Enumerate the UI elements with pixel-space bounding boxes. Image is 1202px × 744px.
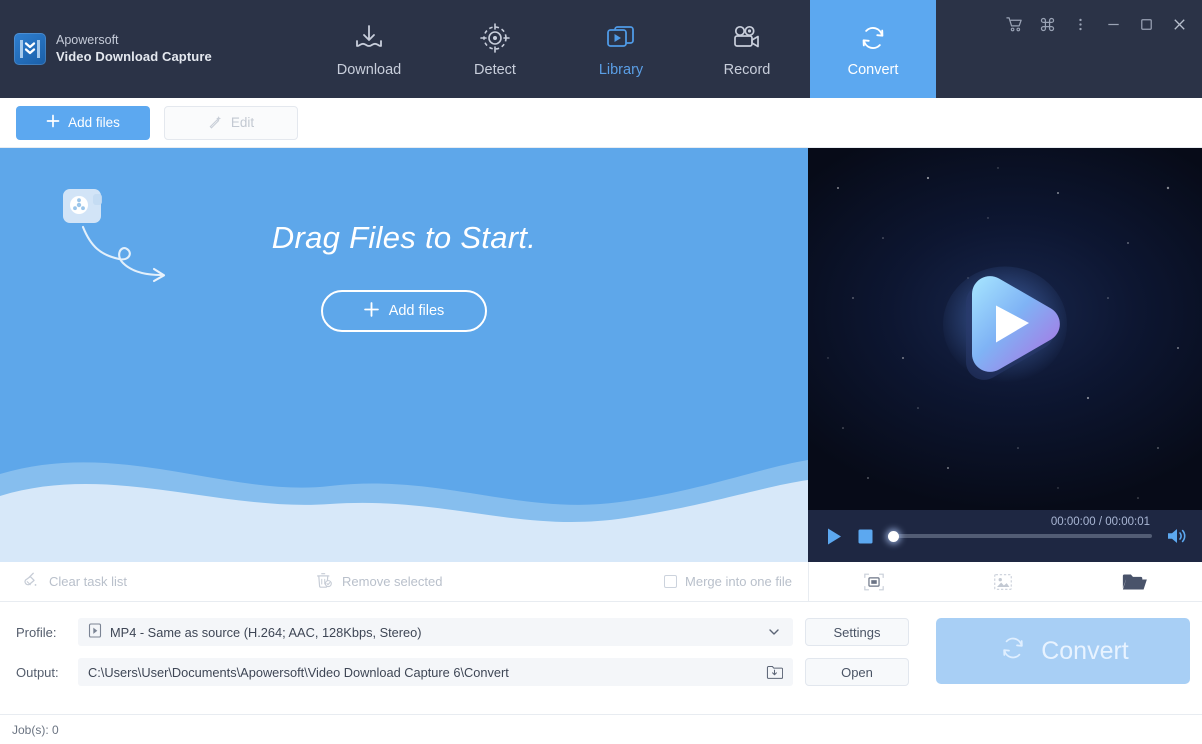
- convert-button-label: Convert: [1041, 637, 1129, 666]
- nav-label-convert: Convert: [848, 62, 899, 78]
- convert-refresh-icon: [997, 633, 1029, 670]
- settings-button[interactable]: Settings: [805, 618, 909, 646]
- remove-selected-button[interactable]: Remove selected: [315, 571, 442, 592]
- video-camera-icon: [730, 21, 764, 55]
- open-folder-icon[interactable]: [1121, 570, 1149, 594]
- magic-wand-icon: [208, 114, 223, 132]
- film-reel-icon: [63, 189, 102, 223]
- plus-icon: [364, 302, 379, 321]
- nav-item-download[interactable]: Download: [306, 0, 432, 98]
- edit-label: Edit: [231, 115, 254, 130]
- window-controls: [999, 10, 1194, 38]
- convert-refresh-icon: [856, 21, 890, 55]
- crop-frame-icon[interactable]: [862, 571, 886, 593]
- profile-value: MP4 - Same as source (H.264; AAC, 128Kbp…: [110, 625, 753, 640]
- add-files-label: Add files: [68, 115, 120, 130]
- play-button[interactable]: [826, 527, 843, 546]
- merge-label: Merge into one file: [685, 574, 792, 589]
- open-button[interactable]: Open: [805, 658, 909, 686]
- nav-item-record[interactable]: Record: [684, 0, 810, 98]
- status-bar: Job(s): 0: [0, 714, 1202, 744]
- snapshot-image-icon[interactable]: [991, 571, 1015, 593]
- player-controls: 00:00:00 / 00:00:01: [808, 510, 1202, 562]
- files-toolbar: Add files Edit: [0, 98, 1202, 148]
- profile-select[interactable]: MP4 - Same as source (H.264; AAC, 128Kbp…: [78, 618, 793, 646]
- apps-grid-icon[interactable]: [1032, 10, 1062, 38]
- nav-label-library: Library: [599, 62, 643, 78]
- clear-task-list-label: Clear task list: [49, 574, 127, 589]
- output-settings: Profile: MP4 - Same as source (H.264; AA…: [0, 602, 1202, 698]
- merge-into-one-file-checkbox[interactable]: Merge into one file: [664, 574, 792, 589]
- task-actions-row: Clear task list Remove selected Merge in…: [0, 562, 1202, 602]
- edit-button[interactable]: Edit: [164, 106, 298, 140]
- checkbox-box[interactable]: [664, 575, 677, 588]
- main-area: Drag Files to Start. Add files: [0, 148, 1202, 562]
- dropzone-add-files-button[interactable]: Add files: [321, 290, 487, 332]
- clear-task-list-button[interactable]: Clear task list: [22, 571, 127, 592]
- trash-check-icon: [315, 571, 333, 592]
- plus-icon: [46, 114, 60, 131]
- nav-item-library[interactable]: Library: [558, 0, 684, 98]
- timecode-label: 00:00:00 / 00:00:01: [1051, 516, 1150, 528]
- download-tray-icon: [352, 21, 386, 55]
- more-menu-icon[interactable]: [1065, 10, 1095, 38]
- title-bar: Apowersoft Video Download Capture Downlo…: [0, 0, 1202, 98]
- preview-stage[interactable]: [808, 148, 1202, 510]
- app-logo-icon: [14, 33, 46, 65]
- app-brand: Apowersoft Video Download Capture: [0, 0, 300, 98]
- video-preview-panel: 00:00:00 / 00:00:01: [808, 148, 1202, 562]
- nav-label-detect: Detect: [474, 62, 516, 78]
- remove-selected-label: Remove selected: [342, 574, 442, 589]
- cart-icon[interactable]: [999, 10, 1029, 38]
- brand-company: Apowersoft: [56, 33, 212, 49]
- chevron-down-icon[interactable]: [761, 625, 787, 639]
- close-icon[interactable]: [1164, 10, 1194, 38]
- convert-button[interactable]: Convert: [936, 618, 1190, 684]
- nav-label-download: Download: [337, 62, 402, 78]
- play-button-logo: [939, 265, 1071, 394]
- output-path-field[interactable]: C:\Users\User\Documents\Apowersoft\Video…: [78, 658, 793, 686]
- maximize-icon[interactable]: [1131, 10, 1161, 38]
- main-nav: Download Detect Library: [306, 0, 936, 98]
- output-label: Output:: [16, 665, 78, 680]
- nav-label-record: Record: [724, 62, 771, 78]
- drag-files-headline: Drag Files to Start.: [272, 220, 536, 256]
- nav-item-detect[interactable]: Detect: [432, 0, 558, 98]
- drag-arrow-group: [57, 185, 237, 295]
- minimize-icon[interactable]: [1098, 10, 1128, 38]
- output-path-value: C:\Users\User\Documents\Apowersoft\Video…: [88, 665, 753, 680]
- broom-icon: [22, 571, 40, 592]
- file-drop-zone[interactable]: Drag Files to Start. Add files: [0, 148, 808, 562]
- add-files-button[interactable]: Add files: [16, 106, 150, 140]
- volume-icon[interactable]: [1166, 526, 1188, 546]
- brand-product: Video Download Capture: [56, 49, 212, 65]
- seek-track: [888, 534, 1152, 538]
- stop-button[interactable]: [857, 528, 874, 545]
- video-file-icon: [88, 623, 102, 641]
- nav-item-convert[interactable]: Convert: [810, 0, 936, 98]
- radar-target-icon: [478, 21, 512, 55]
- seek-handle[interactable]: [888, 531, 899, 542]
- folder-download-icon[interactable]: [761, 664, 787, 680]
- dropzone-add-files-label: Add files: [389, 303, 445, 319]
- video-library-icon: [604, 21, 638, 55]
- jobs-count-label: Job(s): 0: [12, 723, 59, 737]
- profile-label: Profile:: [16, 625, 78, 640]
